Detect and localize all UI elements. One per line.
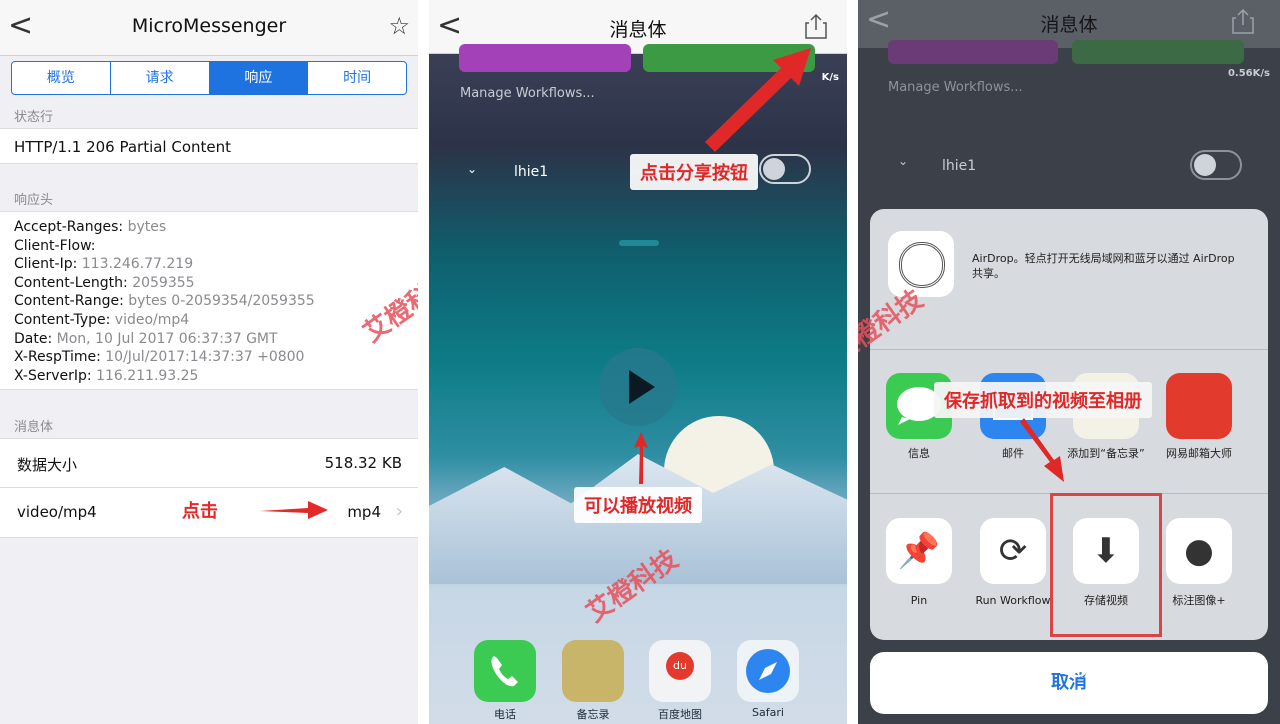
wechat-icon bbox=[1058, 657, 1087, 677]
chevron-down-icon[interactable]: ⌄ bbox=[467, 162, 477, 176]
status-section-title: 状态行 bbox=[14, 110, 54, 125]
safari-app-icon[interactable] bbox=[737, 640, 799, 702]
markup-icon[interactable]: ● bbox=[1166, 518, 1232, 584]
share-icon[interactable] bbox=[1232, 8, 1254, 34]
workflow-button bbox=[888, 40, 1058, 64]
click-annotation: 点击 bbox=[182, 501, 218, 522]
divider bbox=[418, 0, 429, 724]
header-line: Content-Range: bytes 0-2059354/2059355 bbox=[14, 293, 315, 310]
workflow-button bbox=[1072, 40, 1244, 64]
share-sheet-panel: < 消息体 Manage Workflows... 0.56K/s ⌄ lhie… bbox=[858, 0, 1280, 724]
action-label: Run Workflow bbox=[975, 594, 1051, 607]
message-body-panel: < 消息体 Manage Workflows... K/s ⌄ lhie1 du… bbox=[429, 0, 847, 724]
share-callout: 点击分享按钮 bbox=[630, 154, 758, 190]
dock-label: 电话 bbox=[494, 708, 516, 721]
workflow-name: lhie1 bbox=[514, 164, 549, 180]
data-size-label: 数据大小 bbox=[17, 456, 78, 474]
tab-response[interactable]: 响应 bbox=[209, 62, 309, 94]
app-label: 信息 bbox=[908, 447, 930, 460]
status-line-cell: HTTP/1.1 206 Partial Content bbox=[0, 128, 418, 164]
red-arrow-icon bbox=[260, 501, 328, 519]
body-type-label: video/mp4 bbox=[17, 503, 97, 521]
headers-list: Accept-Ranges: bytes Client-Flow: Client… bbox=[0, 211, 418, 390]
netease-mail-app-icon[interactable] bbox=[1166, 373, 1232, 439]
play-button[interactable] bbox=[599, 348, 677, 426]
workflow-toggle[interactable] bbox=[759, 154, 811, 184]
brand-label: 艾橙科技 bbox=[1090, 655, 1203, 688]
speed-readout: 0.56K/s bbox=[1227, 68, 1270, 79]
notes-app-icon[interactable] bbox=[562, 640, 624, 702]
workflow-name: lhie1 bbox=[942, 158, 977, 174]
tab-overview[interactable]: 概览 bbox=[12, 62, 111, 94]
header-line: Content-Length: 2059355 bbox=[14, 274, 195, 291]
dock-label: Safari bbox=[752, 706, 784, 719]
tab-request[interactable]: 请求 bbox=[111, 62, 210, 94]
pin-icon[interactable]: 📌 bbox=[886, 518, 952, 584]
divider bbox=[847, 0, 858, 724]
app-label: 添加到“备忘录” bbox=[1067, 447, 1145, 460]
navigation-bar: < MicroMessenger ☆ bbox=[0, 0, 418, 56]
header-line: X-ServerIp: 116.211.93.25 bbox=[14, 367, 199, 384]
red-arrow-icon bbox=[634, 432, 648, 484]
body-type-value: mp4 bbox=[347, 503, 381, 521]
action-label: Pin bbox=[910, 594, 928, 607]
chevron-down-icon: ⌄ bbox=[898, 154, 909, 168]
play-callout: 可以播放视频 bbox=[574, 487, 702, 523]
nav-title: 消息体 bbox=[609, 19, 667, 41]
body-list: 数据大小 518.32 KB video/mp4 mp4 › bbox=[0, 438, 418, 538]
tab-timing[interactable]: 时间 bbox=[308, 62, 406, 94]
run-workflow-icon[interactable]: ⟳ bbox=[980, 518, 1046, 584]
status-line: HTTP/1.1 206 Partial Content bbox=[14, 138, 232, 156]
app-label: 网易邮箱大师 bbox=[1166, 447, 1232, 460]
workflow-button[interactable] bbox=[459, 44, 631, 72]
header-line: Client-Ip: 113.246.77.219 bbox=[14, 256, 194, 273]
speed-readout: K/s bbox=[821, 72, 839, 83]
star-icon[interactable]: ☆ bbox=[388, 12, 410, 40]
header-line: X-RespTime: 10/Jul/2017:14:37:37 +0800 bbox=[14, 349, 305, 366]
map-pin-icon: du bbox=[666, 652, 694, 680]
segmented-control: 概览 请求 响应 时间 bbox=[11, 61, 407, 95]
manage-workflows-link: Manage Workflows... bbox=[888, 80, 1023, 95]
body-section-title: 消息体 bbox=[14, 420, 54, 435]
dock-label: 备忘录 bbox=[576, 708, 610, 721]
workflow-toggle bbox=[1190, 150, 1242, 180]
red-arrow-icon bbox=[1020, 418, 1064, 482]
handle-bar bbox=[619, 240, 659, 246]
highlight-box bbox=[1050, 493, 1162, 637]
airdrop-description: AirDrop。轻点打开无线局域网和蓝牙以通过 AirDrop 共享。 bbox=[972, 252, 1235, 280]
nav-title: MicroMessenger bbox=[131, 15, 287, 37]
manage-workflows-link[interactable]: Manage Workflows... bbox=[460, 86, 595, 101]
divider bbox=[870, 349, 1268, 350]
nav-title: 消息体 bbox=[1040, 14, 1098, 36]
action-label: 标注图像+ bbox=[1172, 594, 1226, 607]
headers-section-title: 响应头 bbox=[14, 193, 54, 208]
header-line: Client-Flow: bbox=[14, 237, 96, 254]
save-callout: 保存抓取到的视频至相册 bbox=[934, 382, 1152, 418]
http-response-panel: < MicroMessenger ☆ 概览 请求 响应 时间 状态行 HTTP/… bbox=[0, 0, 418, 724]
baidu-maps-app-icon[interactable]: du bbox=[649, 640, 711, 702]
header-line: Date: Mon, 10 Jul 2017 06:37:37 GMT bbox=[14, 330, 278, 347]
chevron-right-icon: › bbox=[395, 501, 403, 522]
data-size-row: 数据大小 518.32 KB bbox=[0, 439, 418, 488]
phone-app-icon[interactable] bbox=[474, 640, 536, 702]
share-icon[interactable] bbox=[805, 13, 827, 39]
header-line: Accept-Ranges: bytes bbox=[14, 219, 167, 235]
data-size-value: 518.32 KB bbox=[324, 454, 402, 472]
dock-label: 百度地图 bbox=[658, 708, 702, 721]
red-arrow-icon bbox=[705, 48, 811, 152]
